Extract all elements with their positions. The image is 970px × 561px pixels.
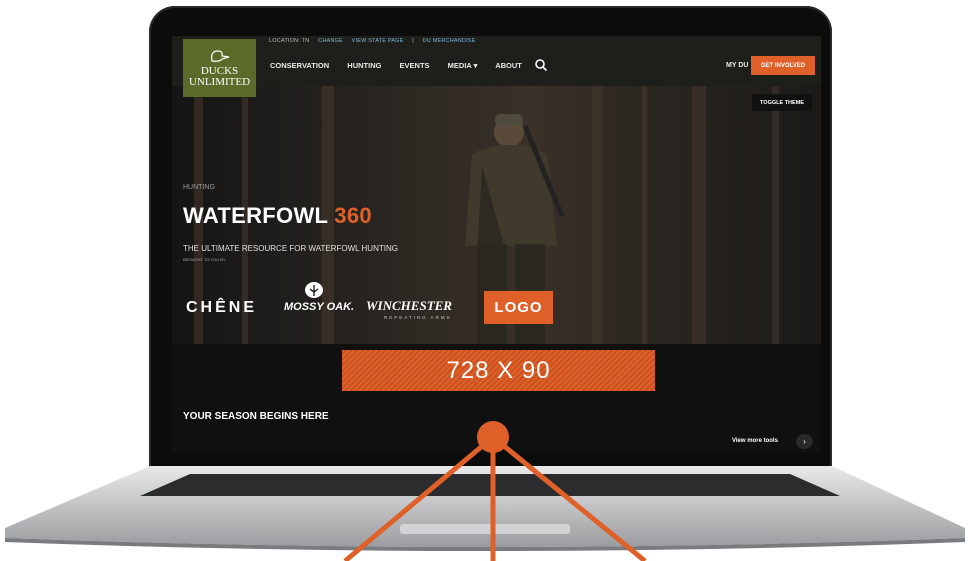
pointer-lines <box>343 421 647 561</box>
